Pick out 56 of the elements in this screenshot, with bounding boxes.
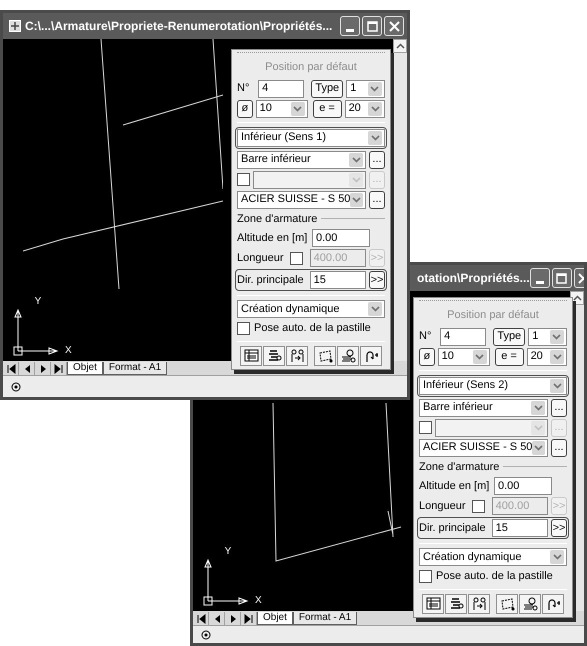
- panel-header: Position par défaut: [447, 308, 539, 323]
- input-field[interactable]: 0.00: [312, 229, 370, 247]
- dropdown[interactable]: Inférieur (Sens 1): [237, 128, 385, 146]
- group-label: Zone d'armature: [237, 212, 318, 226]
- input-field[interactable]: 15: [310, 271, 366, 289]
- tab[interactable]: Objet: [257, 612, 293, 625]
- field-label: Longueur: [419, 498, 466, 514]
- dropdown[interactable]: Inférieur (Sens 2): [419, 376, 567, 394]
- axis-label: X: [65, 346, 72, 356]
- field-label: N°: [419, 329, 432, 344]
- browse-button[interactable]: ...: [551, 398, 567, 416]
- window-title: otation\Propriétés...: [417, 270, 530, 287]
- diameter-button[interactable]: ø: [419, 348, 435, 366]
- dropdown[interactable]: Création dynamique: [237, 300, 385, 318]
- spacing-button[interactable]: e =: [312, 100, 342, 118]
- dropdown[interactable]: 20: [344, 100, 385, 118]
- dropdown[interactable]: Création dynamique: [419, 548, 567, 566]
- type-button[interactable]: Type: [311, 80, 344, 98]
- diameter-button[interactable]: ø: [237, 100, 253, 118]
- dropdown[interactable]: Barre inférieur: [237, 150, 366, 168]
- field-label: N°: [237, 81, 250, 96]
- dropdown[interactable]: 1: [346, 80, 385, 98]
- browse-button[interactable]: ...: [369, 150, 385, 168]
- window-title: C:\...\Armature\Propriete-Renumerotation\Propriétés...: [25, 18, 332, 35]
- spacing-button[interactable]: e =: [494, 348, 524, 366]
- panel-header: Position par défaut: [265, 60, 357, 75]
- field-label: Altitude en [m]: [419, 478, 490, 494]
- browse-button[interactable]: ...: [369, 190, 385, 208]
- dropdown[interactable]: 1: [528, 328, 567, 346]
- input-field[interactable]: 0.00: [494, 477, 552, 495]
- tab[interactable]: Format - A1: [102, 362, 168, 375]
- field-label: Dir. principale: [237, 272, 305, 288]
- dropdown[interactable]: 10: [438, 348, 490, 366]
- dropdown[interactable]: 20: [526, 348, 567, 366]
- dropdown[interactable]: Barre inférieur: [419, 398, 548, 416]
- tab[interactable]: Format - A1: [292, 612, 358, 625]
- axis-label: X: [255, 596, 262, 606]
- axis-label: Y: [224, 547, 232, 557]
- axis-label: Y: [34, 297, 42, 307]
- checkbox-label: Pose auto. de la pastille: [436, 569, 553, 584]
- expand-button[interactable]: >>: [369, 271, 385, 289]
- field-label: Dir. principale: [419, 520, 487, 536]
- type-button[interactable]: Type: [493, 328, 526, 346]
- input-field[interactable]: 15: [492, 519, 548, 537]
- dropdown[interactable]: 10: [256, 100, 308, 118]
- checkbox-label: Pose auto. de la pastille: [254, 321, 371, 336]
- group-label: Zone d'armature: [419, 460, 500, 474]
- field-label: Longueur: [237, 250, 284, 266]
- browse-button[interactable]: ...: [551, 438, 567, 456]
- dropdown[interactable]: ACIER SUISSE - S 50: [237, 190, 366, 208]
- field-label: Altitude en [m]: [237, 230, 308, 246]
- expand-button[interactable]: >>: [551, 519, 567, 537]
- dropdown[interactable]: ACIER SUISSE - S 50: [419, 438, 548, 456]
- input-field[interactable]: 4: [258, 80, 304, 98]
- tab[interactable]: Objet: [67, 362, 103, 375]
- input-field[interactable]: 4: [440, 328, 486, 346]
